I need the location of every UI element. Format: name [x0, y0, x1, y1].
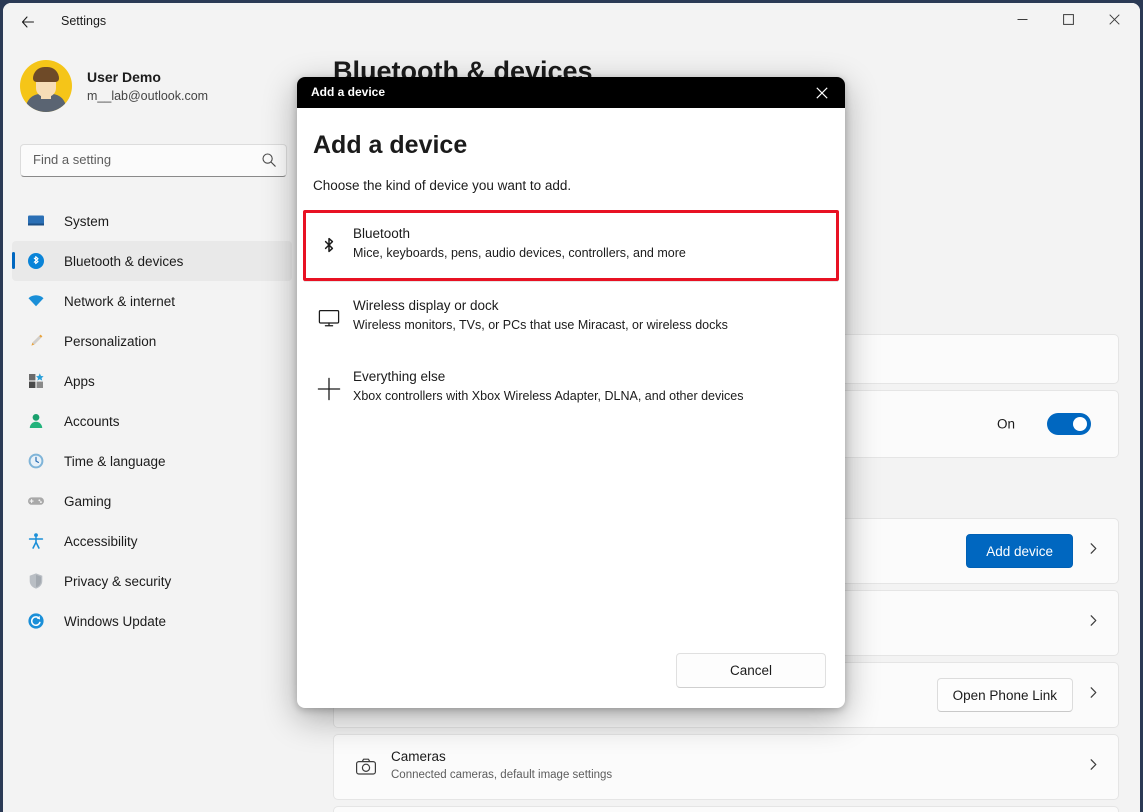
bluetooth-icon — [26, 251, 46, 271]
close-icon — [816, 86, 828, 99]
bluetooth-toggle-value: On — [996, 416, 1015, 432]
sidebar: User Demo m__lab@outlook.com Find a sett… — [3, 41, 300, 812]
sidebar-item-label: Gaming — [64, 493, 112, 509]
add-device-button[interactable]: Add device — [966, 534, 1073, 568]
sidebar-item-system[interactable]: System — [12, 201, 292, 241]
add-device-dialog: Add a device Add a device Choose the kin… — [297, 77, 845, 708]
option-title: Wireless display or dock — [353, 298, 499, 313]
sidebar-item-label: Windows Update — [64, 613, 167, 629]
app-title: Settings — [61, 14, 107, 28]
sidebar-nav: System Bluetooth & devices Network & int… — [12, 201, 292, 641]
search-icon — [261, 152, 277, 173]
dialog-close-button[interactable] — [799, 77, 845, 108]
camera-icon — [354, 755, 378, 779]
system-icon — [26, 211, 46, 231]
option-subtitle: Xbox controllers with Xbox Wireless Adap… — [353, 389, 744, 403]
search-placeholder: Find a setting — [33, 152, 112, 167]
network-icon — [26, 291, 46, 311]
apps-icon — [26, 371, 46, 391]
option-title: Bluetooth — [353, 226, 411, 241]
option-subtitle: Wireless monitors, TVs, or PCs that use … — [353, 318, 728, 332]
clock-icon — [26, 451, 46, 471]
back-button[interactable] — [13, 8, 43, 36]
cameras-title: Cameras — [391, 749, 446, 764]
sidebar-item-personalization[interactable]: Personalization — [12, 321, 292, 361]
back-arrow-icon — [21, 16, 35, 28]
option-subtitle: Mice, keyboards, pens, audio devices, co… — [353, 246, 686, 260]
bluetooth-toggle[interactable] — [1047, 413, 1091, 435]
option-title: Everything else — [353, 369, 446, 384]
close-button[interactable] — [1091, 3, 1137, 35]
sidebar-item-label: Apps — [64, 373, 95, 389]
dialog-titlebar-title: Add a device — [311, 85, 386, 99]
option-bluetooth[interactable]: Bluetooth Mice, keyboards, pens, audio d… — [303, 210, 839, 281]
update-icon — [26, 611, 46, 631]
personalization-icon — [26, 331, 46, 351]
window-titlebar: Settings — [3, 3, 1140, 41]
sidebar-item-accounts[interactable]: Accounts — [12, 401, 292, 441]
dialog-titlebar: Add a device — [297, 77, 845, 108]
sidebar-item-label: Accounts — [64, 413, 120, 429]
shield-icon — [26, 571, 46, 591]
option-wireless-display-or-dock[interactable]: Wireless display or dock Wireless monito… — [303, 282, 839, 353]
maximize-button[interactable] — [1045, 3, 1091, 35]
mouse-row[interactable]: Mouse Buttons, mouse pointer speed, scro… — [333, 806, 1119, 812]
device-option-list: Bluetooth Mice, keyboards, pens, audio d… — [303, 210, 839, 424]
accessibility-icon — [26, 531, 46, 551]
sidebar-item-apps[interactable]: Apps — [12, 361, 292, 401]
cancel-button[interactable]: Cancel — [676, 653, 826, 688]
chevron-right-icon — [1087, 758, 1100, 776]
cameras-row[interactable]: Cameras Connected cameras, default image… — [333, 734, 1119, 800]
sidebar-item-accessibility[interactable]: Accessibility — [12, 521, 292, 561]
chevron-right-icon — [1087, 614, 1100, 632]
sidebar-item-gaming[interactable]: Gaming — [12, 481, 292, 521]
sidebar-item-network-internet[interactable]: Network & internet — [12, 281, 292, 321]
maximize-icon — [1062, 13, 1074, 25]
sidebar-item-label: System — [64, 213, 110, 229]
sidebar-item-label: Personalization — [64, 333, 157, 349]
option-everything-else[interactable]: Everything else Xbox controllers with Xb… — [303, 353, 839, 424]
sidebar-item-label: Privacy & security — [64, 573, 172, 589]
open-phone-link-button[interactable]: Open Phone Link — [936, 678, 1073, 712]
sidebar-item-time-language[interactable]: Time & language — [12, 441, 292, 481]
minimize-icon — [1017, 18, 1027, 20]
settings-window: Settings User Demo m__lab@outlook.com Fi… — [3, 3, 1140, 812]
account-name: User Demo — [87, 68, 161, 85]
sidebar-item-privacy-security[interactable]: Privacy & security — [12, 561, 292, 601]
plus-icon — [315, 375, 343, 403]
monitor-icon — [315, 304, 343, 332]
accounts-icon — [26, 411, 46, 431]
sidebar-item-label: Accessibility — [64, 533, 138, 549]
bluetooth-icon — [315, 232, 343, 260]
dialog-subheading: Choose the kind of device you want to ad… — [313, 178, 572, 193]
sidebar-item-label: Bluetooth & devices — [64, 253, 184, 269]
avatar — [20, 60, 72, 112]
chevron-right-icon — [1087, 542, 1100, 560]
sidebar-item-bluetooth-devices[interactable]: Bluetooth & devices — [12, 241, 292, 281]
close-icon — [1108, 13, 1120, 25]
dialog-heading: Add a device — [313, 131, 468, 159]
chevron-right-icon — [1087, 686, 1100, 704]
sidebar-item-label: Time & language — [64, 453, 166, 469]
gaming-icon — [26, 491, 46, 511]
sidebar-item-label: Network & internet — [64, 293, 176, 309]
cameras-subtitle: Connected cameras, default image setting… — [391, 769, 613, 781]
account-block[interactable]: User Demo m__lab@outlook.com — [20, 60, 208, 112]
minimize-button[interactable] — [999, 3, 1045, 35]
account-email: m__lab@outlook.com — [87, 88, 209, 103]
sidebar-item-windows-update[interactable]: Windows Update — [12, 601, 292, 641]
search-input[interactable]: Find a setting — [20, 144, 287, 177]
